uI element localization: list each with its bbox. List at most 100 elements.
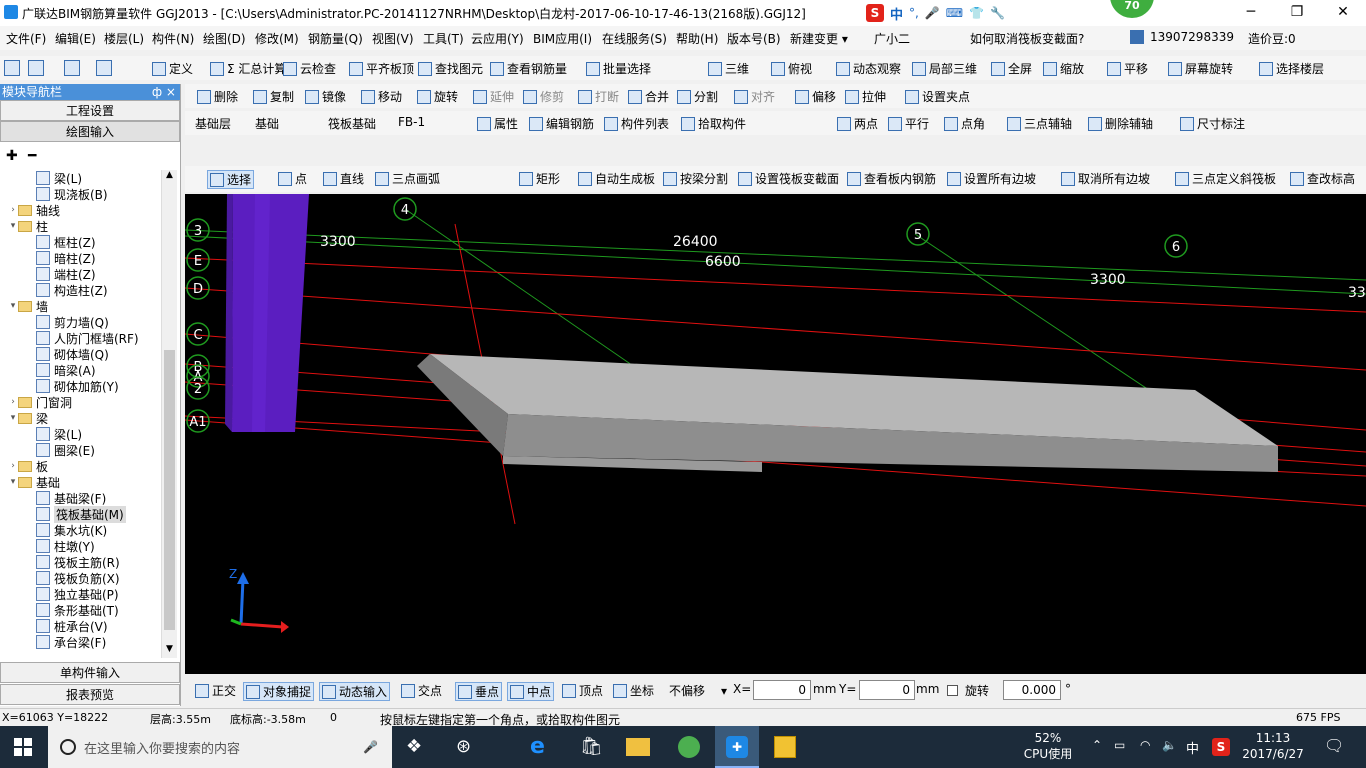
tb1-item-13[interactable]: 平移 — [1107, 60, 1148, 77]
tree-row-22[interactable]: 集水坑(K) — [0, 522, 107, 538]
tree-row-1[interactable]: 现浇板(B) — [0, 186, 108, 202]
tb1-item-6[interactable]: 批量选择 — [586, 60, 651, 77]
menu-item-0[interactable]: 文件(F) — [6, 30, 46, 47]
tb1-item-1[interactable]: Σ 汇总计算 — [210, 60, 286, 77]
close-button[interactable]: ✕ — [1320, 0, 1366, 26]
tree-toggle-icon-18[interactable]: › — [8, 461, 18, 471]
menu-item-5[interactable]: 修改(M) — [255, 30, 299, 47]
tree-row-18[interactable]: › 板 — [0, 458, 48, 474]
menu-item-8[interactable]: 工具(T) — [423, 30, 464, 47]
tb1-item-2[interactable]: 云检查 — [283, 60, 336, 77]
score-badge[interactable]: 70 — [1110, 0, 1154, 18]
tree-row-28[interactable]: 桩承台(V) — [0, 618, 108, 634]
taskbar-search[interactable]: 在这里输入你要搜索的内容 🎤 — [48, 726, 392, 768]
menu-item-11[interactable]: 在线服务(S) — [602, 30, 667, 47]
menu-item-16[interactable]: 如何取消筏板变截面? — [970, 30, 1084, 47]
explorer-icon[interactable] — [626, 738, 650, 756]
menu-item-14[interactable]: 新建变更 ▾ — [790, 30, 848, 47]
tb2-item-7[interactable]: 打断 — [578, 88, 619, 105]
tree-toggle-icon-8[interactable]: ▾ — [8, 301, 18, 311]
scroll-down-icon[interactable]: ▼ — [162, 644, 177, 658]
tb3-right-3[interactable]: 三点辅轴 — [1007, 115, 1072, 132]
tb3-item-1[interactable]: 编辑钢筋 — [529, 115, 594, 132]
snap-item-1[interactable]: 对象捕捉 — [243, 682, 315, 701]
tree-row-26[interactable]: 独立基础(P) — [0, 586, 119, 602]
tree-row-16[interactable]: 梁(L) — [0, 426, 82, 442]
tb4-item-0[interactable]: 选择 — [207, 170, 255, 189]
tree-row-4[interactable]: 框柱(Z) — [0, 234, 96, 250]
tb2-item-3[interactable]: 移动 — [361, 88, 402, 105]
file-icon-1[interactable] — [28, 60, 44, 76]
snap-item-5[interactable]: 中点 — [507, 682, 555, 701]
tree-toggle-icon-15[interactable]: ▾ — [8, 413, 18, 423]
menu-item-7[interactable]: 视图(V) — [372, 30, 414, 47]
tb3-right-5[interactable]: 尺寸标注 — [1180, 115, 1245, 132]
snap-item-6[interactable]: 顶点 — [562, 682, 603, 699]
store-icon[interactable]: 🛍 — [580, 736, 603, 757]
tree-row-6[interactable]: 端柱(Z) — [0, 266, 96, 282]
tb2-item-6[interactable]: 修剪 — [523, 88, 564, 105]
maximize-button[interactable]: ❐ — [1274, 0, 1320, 26]
tb3-item-3[interactable]: 拾取构件 — [681, 115, 746, 132]
windows-start-icon[interactable] — [14, 738, 32, 756]
tb4-item-3[interactable]: 三点画弧 — [375, 170, 440, 187]
tb4-item-7[interactable]: 设置筏板变截面 — [738, 170, 839, 187]
menu-item-9[interactable]: 云应用(Y) — [471, 30, 524, 47]
wifi-icon[interactable]: ◠ — [1140, 738, 1150, 752]
tb4-item-11[interactable]: 三点定义斜筏板 — [1175, 170, 1276, 187]
minimize-button[interactable]: ─ — [1228, 0, 1274, 26]
tb1-item-9[interactable]: 动态观察 — [836, 60, 901, 77]
tree-row-12[interactable]: 暗梁(A) — [0, 362, 96, 378]
tb3-item-0[interactable]: 属性 — [477, 115, 518, 132]
task-view-icon[interactable]: ❖ — [406, 736, 422, 757]
network-icon[interactable]: ▭ — [1114, 738, 1125, 752]
tree-row-17[interactable]: 圈梁(E) — [0, 442, 95, 458]
tb4-item-5[interactable]: 自动生成板 — [578, 170, 655, 187]
tree-toggle-icon-3[interactable]: ▾ — [8, 221, 18, 231]
notification-icon[interactable]: 🗨 — [1324, 736, 1344, 755]
report-preview-button[interactable]: 报表预览 — [0, 684, 180, 705]
notepad-icon[interactable] — [774, 736, 796, 758]
volume-icon[interactable]: 🔈 — [1162, 738, 1177, 752]
tb2-item-13[interactable]: 设置夹点 — [905, 88, 970, 105]
tree-toggle-icon-19[interactable]: ▾ — [8, 477, 18, 487]
snap-input-rot_val[interactable]: 0.000 — [1003, 680, 1061, 700]
tb4-item-6[interactable]: 按梁分割 — [663, 170, 728, 187]
tree-row-20[interactable]: 基础梁(F) — [0, 490, 106, 506]
tree-toggle-icon-14[interactable]: › — [8, 397, 18, 407]
tb3-item-2[interactable]: 构件列表 — [604, 115, 669, 132]
tree-row-14[interactable]: › 门窗洞 — [0, 394, 72, 410]
menu-item-4[interactable]: 绘图(D) — [203, 30, 246, 47]
tree-row-9[interactable]: 剪力墙(Q) — [0, 314, 109, 330]
drawing-input-button[interactable]: 绘图输入 — [0, 121, 180, 142]
layer-select[interactable]: 基础层 — [195, 115, 259, 132]
snap-item-4[interactable]: 垂点 — [455, 682, 503, 701]
edge-icon[interactable]: e — [530, 734, 545, 759]
panel-pin-close[interactable]: ф × — [152, 84, 176, 100]
tree-row-24[interactable]: 筏板主筋(R) — [0, 554, 120, 570]
tb2-item-2[interactable]: 镜像 — [305, 88, 346, 105]
tree-row-11[interactable]: 砌体墙(Q) — [0, 346, 109, 362]
glodon-app-icon[interactable]: ✚ — [715, 726, 759, 768]
menu-item-15[interactable]: 广小二 — [874, 30, 910, 47]
tree-row-0[interactable]: 梁(L) — [0, 170, 82, 186]
snap-input-x_val[interactable]: 0 — [753, 680, 811, 700]
project-settings-button[interactable]: 工程设置 — [0, 100, 180, 121]
tree-toggle-icon-2[interactable]: › — [8, 205, 18, 215]
tb1-item-7[interactable]: 三维 — [708, 60, 749, 77]
tb3-right-4[interactable]: 删除辅轴 — [1088, 115, 1153, 132]
tb1-item-12[interactable]: 缩放 — [1043, 60, 1084, 77]
menu-item-6[interactable]: 钢筋量(Q) — [308, 30, 363, 47]
tb1-item-0[interactable]: 定义 — [152, 60, 193, 77]
mic-icon[interactable]: 🎤 — [363, 740, 378, 754]
tb1-item-5[interactable]: 查看钢筋量 — [490, 60, 567, 77]
tree-row-7[interactable]: 构造柱(Z) — [0, 282, 108, 298]
name-select[interactable]: FB-1 — [398, 115, 470, 129]
tb2-item-11[interactable]: 偏移 — [795, 88, 836, 105]
tree-row-27[interactable]: 条形基础(T) — [0, 602, 119, 618]
tb2-item-9[interactable]: 分割 — [677, 88, 718, 105]
tb1-item-10[interactable]: 局部三维 — [912, 60, 977, 77]
menu-item-2[interactable]: 楼层(L) — [104, 30, 144, 47]
menu-item-13[interactable]: 版本号(B) — [727, 30, 781, 47]
scroll-up-icon[interactable]: ▲ — [162, 170, 177, 184]
